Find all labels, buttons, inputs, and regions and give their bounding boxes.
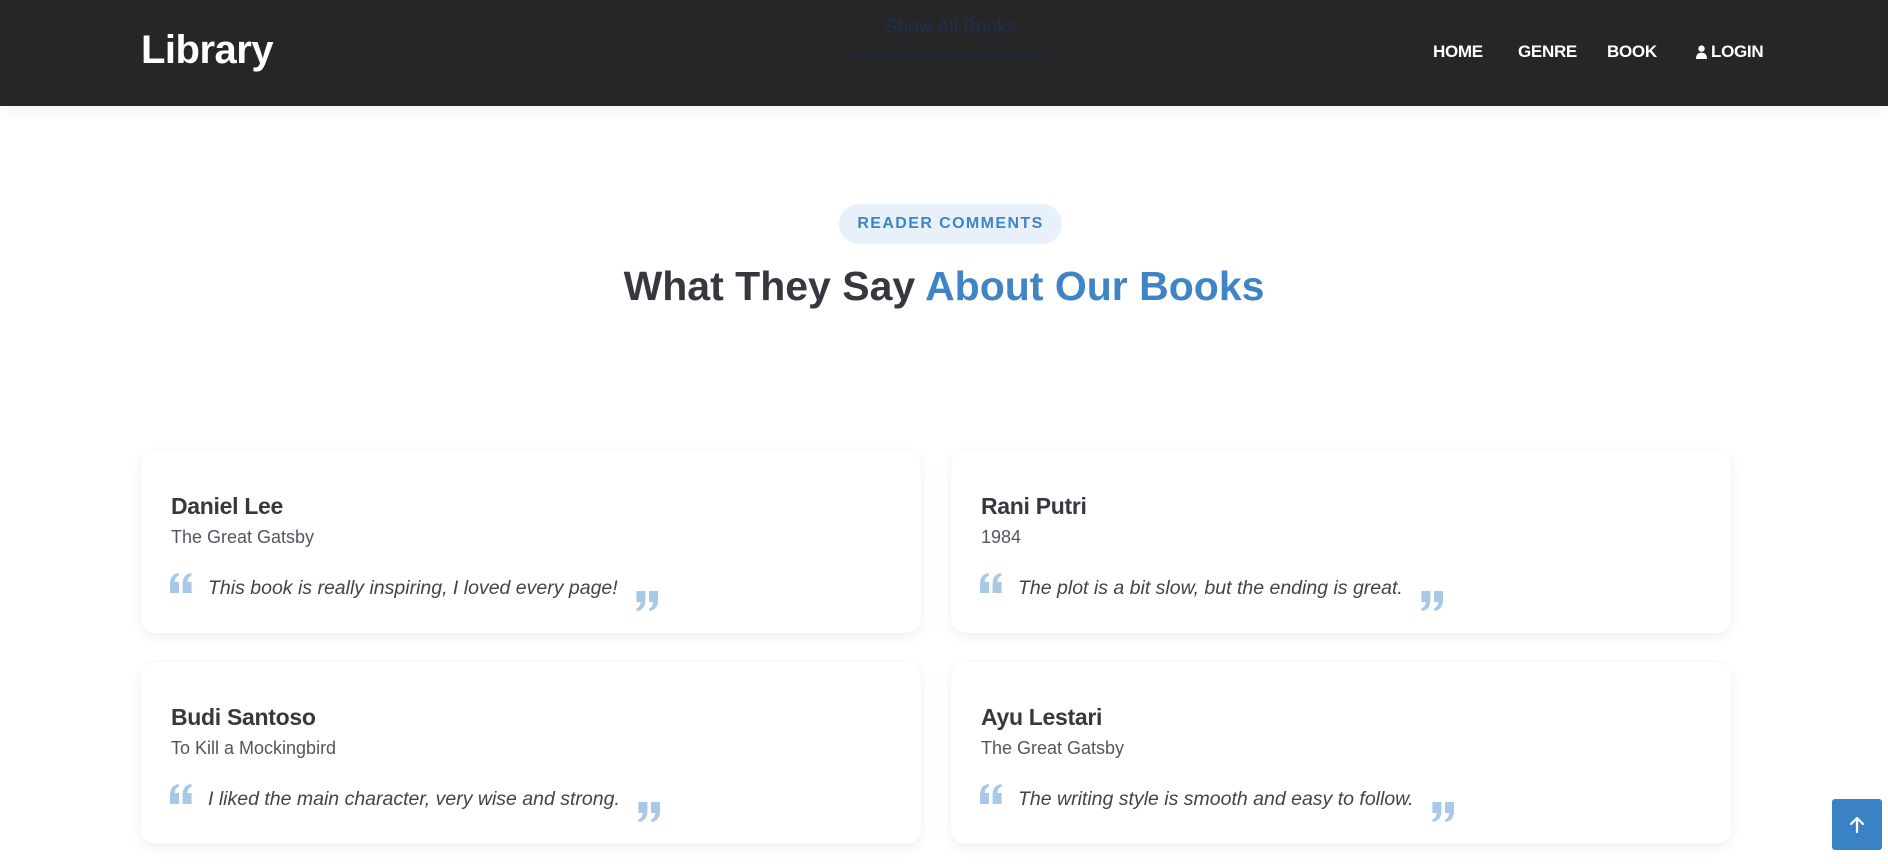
site-header: Library Show All Books HOME GENRE BOOK L…	[0, 0, 1888, 106]
back-to-top-button[interactable]	[1832, 799, 1882, 850]
section-title: What They Say About Our Books	[0, 263, 1888, 310]
book-title: The Great Gatsby	[171, 527, 315, 547]
quote-close-icon	[637, 802, 660, 822]
section-badge: READER COMMENTS	[839, 204, 1062, 244]
quote-open-icon	[980, 573, 1002, 593]
quote-text: I liked the main character, very wise an…	[208, 788, 620, 810]
nav-login-label: LOGIN	[1711, 42, 1764, 61]
reader-name: Budi Santoso	[171, 704, 316, 730]
site-logo[interactable]: Library	[141, 28, 274, 73]
quote-text: The plot is a bit slow, but the ending i…	[1018, 577, 1403, 599]
comment-quote: I liked the main character, very wise an…	[170, 780, 660, 822]
quote-close-icon	[1420, 591, 1443, 611]
user-icon	[1696, 45, 1707, 59]
nav-genre[interactable]: GENRE	[1518, 42, 1577, 62]
section-title-accent: About Our Books	[925, 263, 1265, 309]
nav-home[interactable]: HOME	[1433, 42, 1483, 62]
reader-name: Ayu Lestari	[981, 704, 1103, 730]
quote-close-icon	[635, 591, 658, 611]
reader-name: Rani Putri	[981, 493, 1087, 519]
comment-card: Daniel Lee The Great Gatsby This book is…	[141, 451, 921, 633]
comment-card: Rani Putri 1984 The plot is a bit slow, …	[951, 451, 1731, 633]
section-title-prefix: What They Say	[623, 263, 926, 309]
quote-open-icon	[170, 573, 192, 593]
show-all-books-button[interactable]: Show All Books	[851, 1, 1050, 55]
quote-text: This book is really inspiring, I loved e…	[208, 577, 618, 599]
comment-quote: The plot is a bit slow, but the ending i…	[980, 569, 1443, 611]
quote-open-icon	[170, 784, 192, 804]
book-title: To Kill a Mockingbird	[171, 738, 337, 758]
nav-book[interactable]: BOOK	[1607, 42, 1657, 62]
comment-quote: This book is really inspiring, I loved e…	[170, 569, 658, 611]
arrow-up-icon	[1849, 816, 1865, 833]
comment-card: Budi Santoso To Kill a Mockingbird I lik…	[141, 662, 921, 844]
quote-open-icon	[980, 784, 1002, 804]
quote-text: The writing style is smooth and easy to …	[1018, 788, 1414, 810]
book-title: 1984	[981, 527, 1022, 547]
book-title: The Great Gatsby	[981, 738, 1125, 758]
comment-quote: The writing style is smooth and easy to …	[980, 780, 1454, 822]
comment-card: Ayu Lestari The Great Gatsby The writing…	[951, 662, 1731, 844]
reader-name: Daniel Lee	[171, 493, 284, 519]
quote-close-icon	[1431, 802, 1454, 822]
nav-login[interactable]: LOGIN	[1696, 42, 1764, 62]
